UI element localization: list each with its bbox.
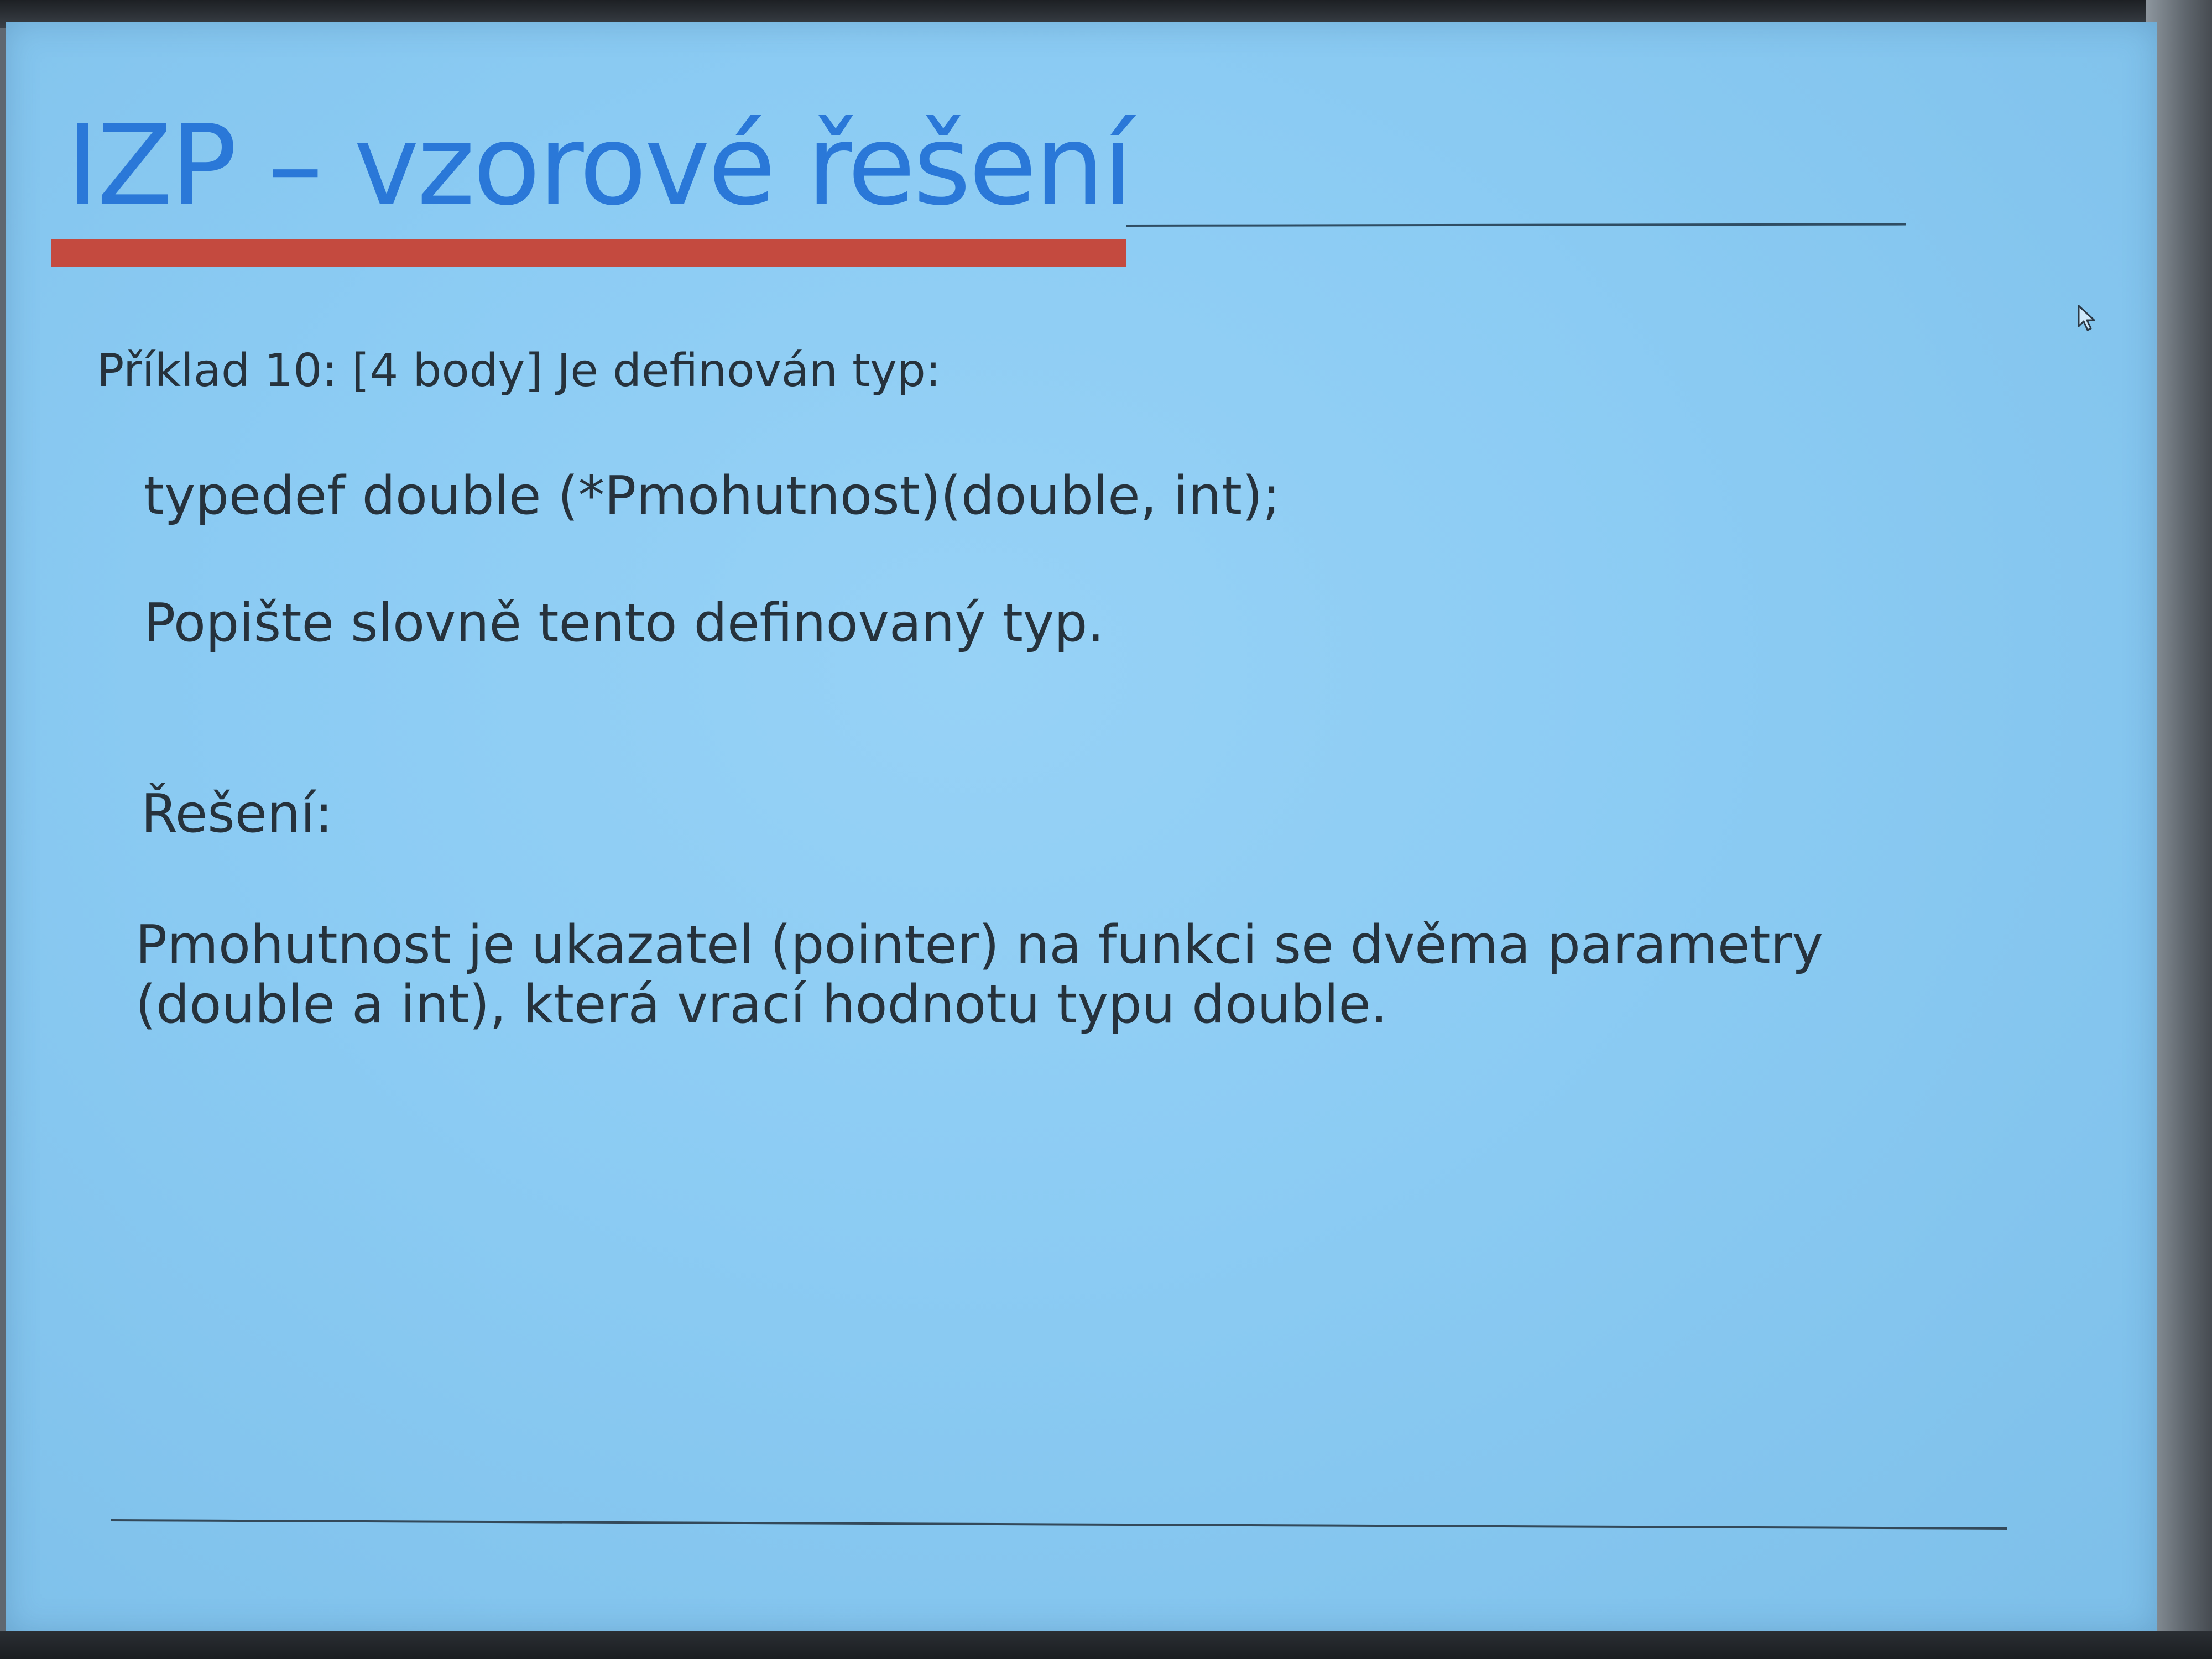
solution-label: Řešení:: [141, 784, 333, 844]
projector-bottom-edge: [0, 1631, 2212, 1659]
question-label: Příklad 10: [4 body] Je definován typ:: [97, 345, 941, 397]
code-typedef: typedef double (*Pmohutnost)(double, int…: [144, 466, 1281, 526]
presentation-slide: IZP – vzorové řešení Příklad 10: [4 body…: [6, 22, 2157, 1634]
mouse-cursor-icon: [2078, 305, 2095, 331]
task-text: Popište slovně tento definovaný typ.: [144, 593, 1104, 654]
photo-frame: IZP – vzorové řešení Příklad 10: [4 body…: [0, 0, 2212, 1659]
title-underline-accent: [51, 239, 1126, 267]
solution-answer: Pmohutnost je ukazatel (pointer) na funk…: [135, 915, 1823, 1035]
footer-divider: [110, 1519, 2007, 1530]
title-underline-line: [1126, 223, 1907, 227]
slide-title: IZP – vzorové řešení: [66, 101, 1133, 230]
